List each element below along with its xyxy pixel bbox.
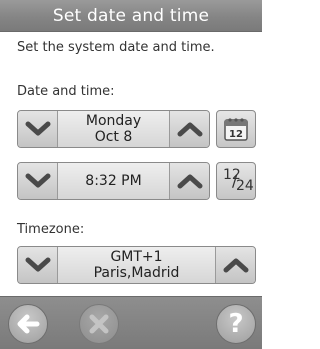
- timezone-spinner: GMT+1 Paris,Madrid: [17, 246, 256, 284]
- help-button[interactable]: ?: [216, 304, 256, 344]
- chevron-down-icon: [25, 121, 50, 136]
- chevron-down-icon: [25, 257, 50, 272]
- time-text: 8:32 PM: [85, 173, 142, 189]
- title-bar: Set date and time: [0, 0, 262, 32]
- cancel-button[interactable]: [79, 304, 119, 344]
- date-spinner: Monday Oct 8: [17, 110, 210, 148]
- timezone-offset: GMT+1: [110, 249, 163, 265]
- timezone-cities: Paris,Madrid: [93, 265, 180, 281]
- date-increment-button[interactable]: [169, 111, 209, 147]
- chevron-down-icon: [25, 173, 50, 188]
- format-24: 24: [236, 178, 254, 194]
- date-decrement-button[interactable]: [18, 111, 58, 147]
- timezone-increment-button[interactable]: [215, 247, 255, 283]
- description-text: Set the system date and time.: [17, 40, 215, 55]
- date-day: Oct 8: [94, 129, 133, 145]
- time-value: 8:32 PM: [58, 163, 169, 199]
- time-spinner: 8:32 PM: [17, 162, 210, 200]
- date-time-label: Date and time:: [17, 84, 115, 99]
- time-increment-button[interactable]: [169, 163, 209, 199]
- back-button[interactable]: [8, 304, 48, 344]
- time-format-button[interactable]: 12 / 24: [216, 162, 256, 200]
- chevron-up-icon: [177, 122, 202, 137]
- timezone-value: GMT+1 Paris,Madrid: [58, 247, 215, 283]
- page-title: Set date and time: [52, 5, 210, 26]
- timezone-decrement-button[interactable]: [18, 247, 58, 283]
- chevron-up-icon: [177, 174, 202, 189]
- date-value: Monday Oct 8: [58, 111, 169, 147]
- calendar-icon-day: 12: [229, 129, 243, 140]
- calendar-button[interactable]: 12: [216, 110, 256, 148]
- date-weekday: Monday: [85, 113, 142, 129]
- timezone-label: Timezone:: [17, 222, 85, 237]
- time-decrement-button[interactable]: [18, 163, 58, 199]
- calendar-icon: 12: [224, 118, 248, 141]
- time-format-icon: 12 / 24: [221, 167, 254, 195]
- close-icon: [89, 314, 109, 334]
- help-icon: ?: [228, 309, 244, 339]
- back-arrow-icon: [17, 314, 40, 334]
- chevron-up-icon: [223, 258, 248, 273]
